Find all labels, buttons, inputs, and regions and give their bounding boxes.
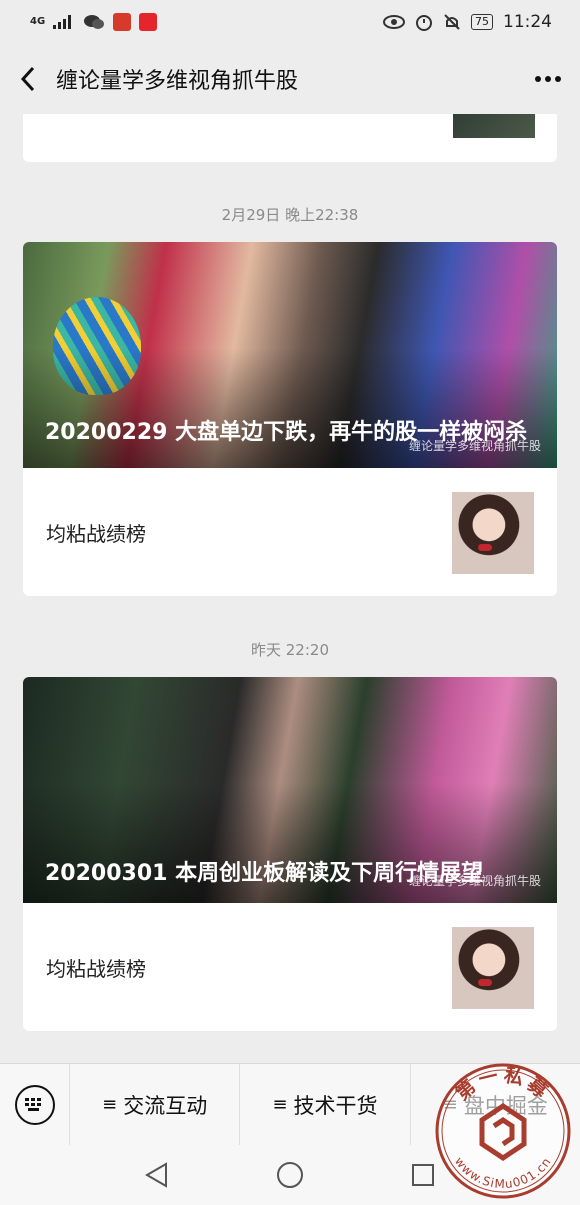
- status-right: 75 11:24: [383, 12, 552, 32]
- status-bar: 4G 75 11:24: [0, 0, 580, 44]
- page-title: 缠论量学多维视角抓牛股: [56, 69, 299, 94]
- network-label: 4G: [30, 16, 46, 27]
- sub-article-thumbnail: [452, 927, 534, 1009]
- alarm-icon: [416, 15, 432, 31]
- sub-article-thumbnail: [452, 492, 534, 574]
- sub-article-row[interactable]: 均粘战绩榜: [23, 903, 557, 1031]
- article-thumbnail: [453, 114, 535, 138]
- sub-article-title[interactable]: 均粘战绩榜: [46, 518, 146, 547]
- menu-label: 交流互动: [123, 1093, 208, 1118]
- article-card[interactable]: 20200301 本周创业板解读及下周行情展望 缠论量学多维视角抓牛股 均粘战绩…: [23, 677, 557, 1031]
- triangle-back-icon: [144, 1162, 167, 1188]
- message-feed[interactable]: 2月29日 晚上22:38 20200229 大盘单边下跌，再牛的股一样被闷杀 …: [0, 114, 580, 1064]
- keyboard-toggle-button[interactable]: [0, 1063, 70, 1146]
- battery-indicator: 75: [471, 14, 493, 30]
- system-nav-bar: [0, 1145, 580, 1205]
- wechat-icon: [84, 15, 105, 29]
- stock-app-icon: [113, 13, 132, 31]
- article-card[interactable]: 20200229 大盘单边下跌，再牛的股一样被闷杀 缠论量学多维视角抓牛股 均粘…: [23, 242, 557, 596]
- signal-icon: [53, 15, 72, 29]
- more-button[interactable]: [516, 44, 580, 114]
- menu-label: 盘中掘金: [463, 1093, 548, 1118]
- more-dots-icon: [535, 76, 561, 82]
- menu-lines-icon: ≡: [272, 1094, 288, 1115]
- bell-mute-icon: [444, 14, 460, 30]
- circle-home-icon: [276, 1162, 303, 1188]
- sub-article-title[interactable]: 均粘战绩榜: [46, 953, 146, 982]
- cover-watermark: 缠论量学多维视角抓牛股: [408, 439, 541, 453]
- article-cover[interactable]: 20200229 大盘单边下跌，再牛的股一样被闷杀 缠论量学多维视角抓牛股: [23, 242, 557, 468]
- back-button[interactable]: [0, 44, 56, 114]
- menu-label: 技术干货: [293, 1093, 378, 1118]
- menu-intraday[interactable]: ≡ 盘中掘金: [411, 1064, 580, 1146]
- menu-exchange[interactable]: ≡ 交流互动: [70, 1063, 241, 1146]
- cover-watermark: 缠论量学多维视角抓牛股: [408, 874, 541, 888]
- chevron-left-icon: [20, 66, 35, 92]
- account-menu-bar: ≡ 交流互动 ≡ 技术干货 ≡ 盘中掘金: [0, 1063, 580, 1146]
- keyboard-icon: [14, 1084, 55, 1125]
- stock-app-icon-2: [139, 13, 158, 31]
- system-home-button[interactable]: [272, 1157, 308, 1193]
- clock: 11:24: [503, 12, 552, 32]
- article-cover[interactable]: 20200301 本周创业板解读及下周行情展望 缠论量学多维视角抓牛股: [23, 677, 557, 903]
- timestamp: 昨天 22:20: [251, 641, 329, 659]
- eye-icon: [383, 15, 405, 29]
- timestamp: 2月29日 晚上22:38: [221, 206, 359, 224]
- keyboard-keys: [24, 1097, 41, 1111]
- previous-article-card[interactable]: [23, 114, 557, 162]
- nav-bar: 缠论量学多维视角抓牛股: [0, 44, 580, 114]
- menu-lines-icon: ≡: [102, 1094, 118, 1115]
- menu-lines-icon: ≡: [442, 1094, 458, 1115]
- menu-tech[interactable]: ≡ 技术干货: [240, 1063, 411, 1146]
- square-recent-icon: [412, 1164, 435, 1186]
- system-recent-button[interactable]: [405, 1157, 441, 1193]
- status-left: 4G: [30, 13, 158, 31]
- system-back-button[interactable]: [139, 1157, 175, 1193]
- sub-article-row[interactable]: 均粘战绩榜: [23, 468, 557, 596]
